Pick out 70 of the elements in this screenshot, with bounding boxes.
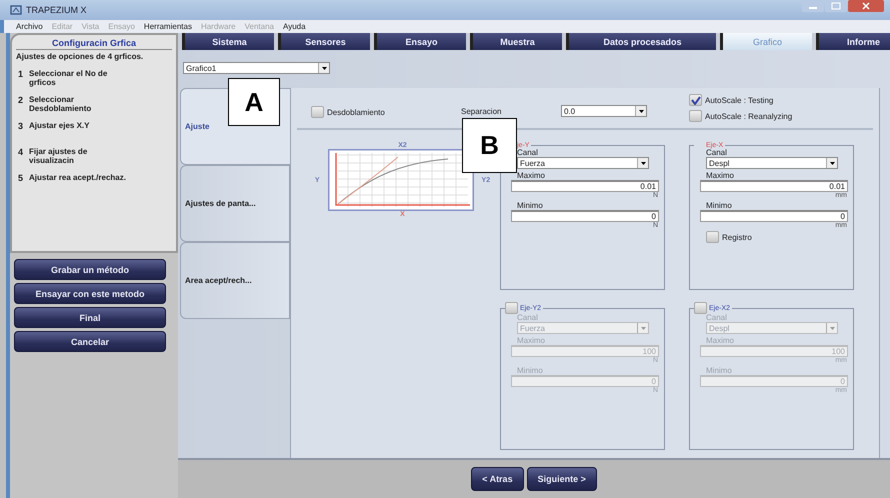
checkbox[interactable] bbox=[311, 106, 324, 118]
caret-icon bbox=[638, 110, 644, 112]
caret-icon bbox=[322, 66, 326, 70]
field-label: Canal bbox=[706, 148, 728, 157]
step-number: 3 bbox=[18, 121, 24, 133]
field-label: Minimo bbox=[706, 201, 733, 210]
step-label: Seleccionar el No de grficos bbox=[29, 69, 108, 89]
field-label: Canal bbox=[517, 313, 539, 322]
checkbox[interactable] bbox=[706, 231, 719, 243]
caret-icon bbox=[830, 162, 834, 164]
field-label: Maximo bbox=[706, 171, 736, 180]
input-field[interactable]: 0.01 bbox=[700, 180, 848, 192]
field-label: Maximo bbox=[517, 336, 546, 345]
tab[interactable]: Muestra bbox=[470, 33, 562, 50]
window-title: TRAPEZIUM X bbox=[26, 5, 87, 15]
checkbox[interactable] bbox=[689, 110, 702, 122]
graph-dropdown[interactable]: Grafico1 bbox=[183, 62, 330, 74]
maximize-icon[interactable] bbox=[825, 0, 847, 12]
menu-item[interactable]: Ayuda bbox=[283, 22, 306, 31]
field-label: Canal bbox=[706, 313, 728, 322]
step-label: Seleccionar Desdoblamiento bbox=[29, 95, 92, 115]
nav-button[interactable]: < Atras bbox=[471, 467, 524, 491]
checkbox-label: Registro bbox=[722, 232, 752, 242]
field-label: Maximo bbox=[517, 171, 546, 180]
checkbox-label: AutoScale : Reanalyzing bbox=[705, 112, 792, 120]
input-field[interactable]: 0 bbox=[700, 210, 848, 222]
channel-dropdown[interactable]: Despl bbox=[706, 157, 838, 169]
tab[interactable]: Ensayo bbox=[374, 33, 466, 50]
caret-icon bbox=[640, 326, 646, 330]
channel-dropdown[interactable]: Fuerza bbox=[517, 157, 649, 169]
checkbox[interactable] bbox=[689, 94, 702, 106]
step-number: 2 bbox=[18, 95, 24, 107]
app-icon bbox=[10, 5, 22, 15]
caret-icon bbox=[830, 326, 834, 330]
callout-tooltip: B bbox=[462, 118, 517, 173]
step-label: Ajustar rea acept./rechaz. bbox=[29, 173, 127, 184]
step-number: 1 bbox=[18, 69, 24, 81]
step-number: 4 bbox=[18, 147, 24, 159]
step-number: 5 bbox=[18, 173, 24, 185]
nav-button[interactable]: Siguiente > bbox=[526, 467, 597, 491]
tab[interactable]: Datos procesados bbox=[566, 33, 716, 50]
step-label: Ajustar ejes X.Y bbox=[29, 121, 90, 132]
tab[interactable]: Sistema bbox=[182, 33, 274, 50]
caret-icon bbox=[640, 162, 646, 164]
field-label: Minimo bbox=[706, 366, 733, 375]
checkbox-label: AutoScale : Testing bbox=[705, 96, 774, 104]
checkbox-label: Desdoblamiento bbox=[327, 108, 385, 116]
side-tab[interactable]: Area acept/rech... bbox=[180, 242, 290, 319]
field-label: Maximo bbox=[706, 336, 736, 345]
callout-tooltip: A bbox=[228, 78, 280, 126]
tab[interactable]: Informe bbox=[816, 33, 890, 50]
action-button[interactable]: Grabar un método bbox=[14, 259, 166, 280]
action-button[interactable]: Cancelar bbox=[14, 331, 166, 352]
action-button[interactable]: Final bbox=[14, 307, 166, 328]
field-label: Minimo bbox=[517, 366, 544, 375]
separation-dropdown[interactable]: 0.0 bbox=[561, 105, 647, 117]
step-label: Fijar ajustes de visualizacin bbox=[29, 147, 88, 167]
field-label: Canal bbox=[517, 148, 539, 157]
tab[interactable]: Sensores bbox=[278, 33, 370, 50]
separation-label: Separacion bbox=[461, 107, 502, 116]
wizard-description: Ajustes de opciones de 4 grficos. bbox=[16, 52, 144, 61]
side-tab[interactable]: Ajustes de panta... bbox=[180, 165, 290, 242]
wizard-title: Configuracin Grfica bbox=[16, 38, 172, 50]
menu-item[interactable]: Archivo bbox=[16, 22, 43, 31]
field-label: Minimo bbox=[517, 201, 544, 210]
menu-item[interactable]: Herramientas bbox=[144, 22, 192, 31]
input-field[interactable]: 0 bbox=[511, 210, 659, 222]
close-icon[interactable] bbox=[848, 0, 884, 12]
input-field[interactable]: 0.01 bbox=[511, 180, 659, 192]
action-button[interactable]: Ensayar con este metodo bbox=[14, 283, 166, 304]
